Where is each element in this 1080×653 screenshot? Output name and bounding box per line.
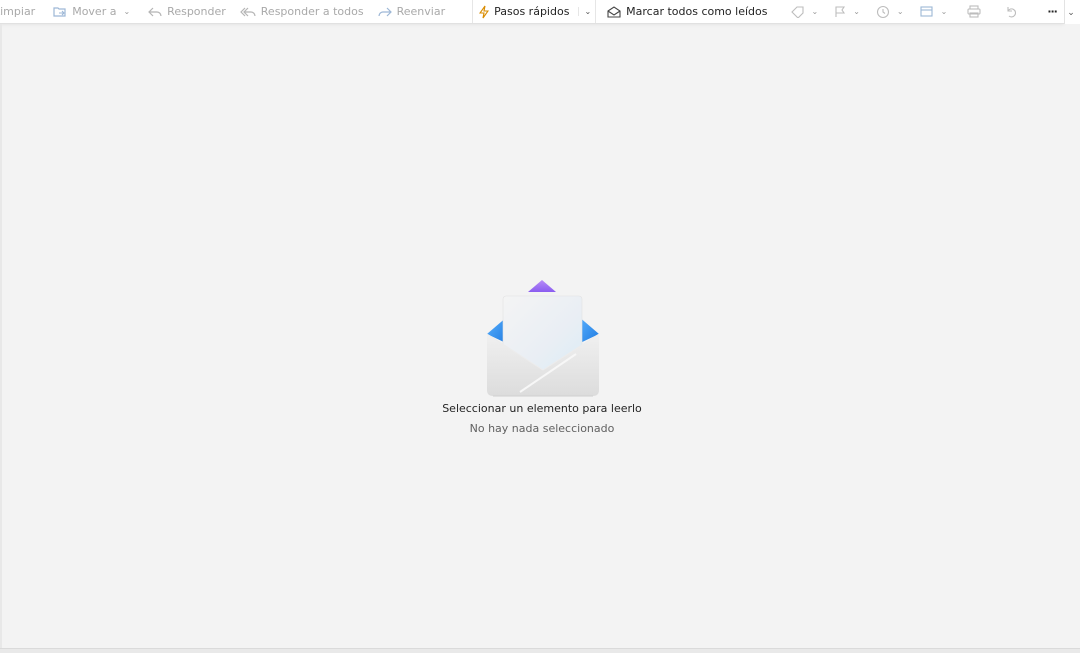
chevron-down-icon[interactable]: ⌄ [578, 7, 591, 16]
move-folder-icon [53, 6, 66, 17]
chevron-down-icon[interactable]: ⌄ [1066, 8, 1076, 18]
forward-label: Reenviar [396, 5, 446, 18]
reply-button[interactable]: Responder [141, 0, 233, 23]
undo-button[interactable] [993, 0, 1029, 23]
reading-pane: Seleccionar un elemento para leerlo No h… [0, 24, 1080, 648]
empty-state-subtitle: No hay nada seleccionado [469, 422, 615, 435]
rules-icon [920, 5, 933, 17]
chevron-down-icon: ⌄ [940, 7, 948, 16]
print-button[interactable] [959, 0, 989, 23]
more-icon: ··· [1047, 5, 1058, 18]
reply-icon [148, 7, 162, 16]
reply-all-icon [239, 7, 256, 16]
quick-steps-label: Pasos rápidos [494, 5, 570, 18]
undo-icon [1007, 6, 1017, 17]
empty-state-title: Seleccionar un elemento para leerlo [442, 402, 642, 415]
move-to-button[interactable]: Mover a ⌄ [46, 0, 137, 23]
mark-all-read-label: Marcar todos como leídos [626, 5, 768, 18]
clean-label: Limpiar [0, 5, 36, 18]
tag-button[interactable]: ⌄ [783, 0, 827, 23]
status-bar-edge [0, 648, 1080, 653]
flag-icon [835, 5, 846, 17]
open-envelope-icon [486, 280, 600, 397]
reply-label: Responder [167, 5, 226, 18]
chevron-down-icon: ⌄ [853, 7, 860, 16]
reply-all-label: Responder a todos [260, 5, 364, 18]
rules-button[interactable]: ⌄ [912, 0, 956, 23]
chevron-down-icon: ⌄ [811, 7, 819, 16]
quick-steps-button[interactable]: Pasos rápidos ⌄ [472, 0, 597, 23]
snooze-button[interactable]: ⌄ [868, 0, 912, 23]
ribbon-collapse-area: ⌄ [1064, 0, 1080, 24]
reply-all-button[interactable]: Responder a todos [233, 0, 371, 23]
forward-icon [378, 7, 392, 16]
lightning-icon [479, 5, 490, 18]
forward-button[interactable]: Reenviar [371, 0, 453, 23]
clean-button[interactable]: Limpiar [0, 0, 42, 23]
mark-all-read-button[interactable]: Marcar todos como leídos [600, 0, 774, 23]
command-bar: Limpiar Mover a ⌄ Responder Responder a … [0, 0, 1064, 24]
chevron-down-icon: ⌄ [123, 7, 131, 16]
printer-icon [967, 5, 981, 18]
chevron-down-icon: ⌄ [896, 7, 904, 16]
flag-button[interactable]: ⌄ [826, 0, 868, 23]
clock-icon [876, 5, 889, 18]
envelope-open-icon [607, 5, 621, 18]
tag-icon [790, 5, 804, 18]
move-to-label: Mover a [72, 5, 117, 18]
